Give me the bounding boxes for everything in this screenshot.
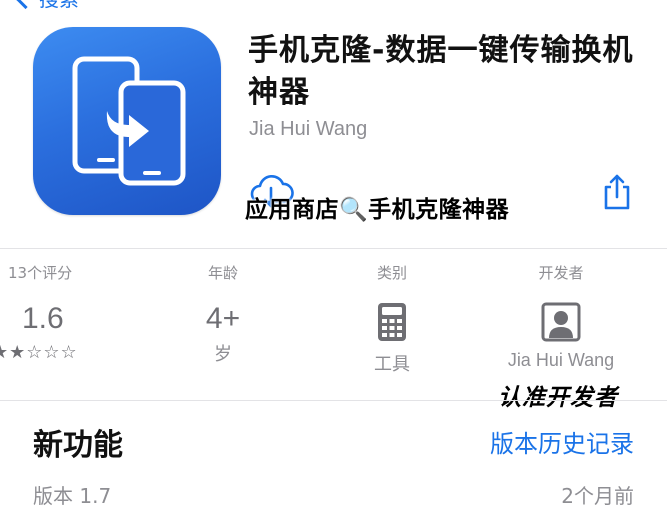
- stat-ratings[interactable]: 13个评分 1.6 ★★☆☆☆: [0, 262, 100, 382]
- divider: [0, 248, 667, 249]
- overlay-stamp: 认准开发者: [498, 385, 618, 411]
- developer-name: Jia Hui Wang: [507, 350, 615, 370]
- stat-age: 年龄 4+ 岁: [165, 262, 281, 382]
- ratings-label: 13个评分: [8, 264, 73, 282]
- release-time: 2个月前: [561, 484, 634, 508]
- calculator-icon: [378, 303, 406, 341]
- stat-category[interactable]: 类别 工具: [330, 262, 454, 382]
- stat-developer[interactable]: 开发者 Jia Hui Wang: [486, 262, 636, 382]
- stats-bar: 13个评分 1.6 ★★☆☆☆ 年龄 4+ 岁 类别 工具 开发者 Jia Hu…: [0, 262, 667, 392]
- share-icon[interactable]: [600, 172, 634, 212]
- age-label: 年龄: [207, 264, 238, 282]
- person-icon: [541, 302, 581, 342]
- age-unit: 岁: [214, 344, 232, 365]
- app-title: 手机克隆-数据一键传输换机神器: [248, 33, 634, 110]
- back-label: 搜索: [39, 0, 79, 12]
- section-title-whats-new: 新功能: [33, 428, 123, 463]
- star-rating: ★★☆☆☆: [0, 342, 78, 363]
- rating-value: 1.6: [22, 302, 64, 335]
- phone-transfer-icon: [72, 56, 186, 186]
- category-value: 工具: [374, 354, 410, 375]
- developer-label: 开发者: [538, 264, 584, 282]
- overlay-caption: 应用商店🔍手机克隆神器: [245, 197, 510, 223]
- back-button[interactable]: 搜索: [14, 0, 79, 11]
- category-label: 类别: [376, 264, 407, 282]
- version-history-link[interactable]: 版本历史记录: [490, 424, 634, 459]
- version-number: 版本 1.7: [33, 484, 112, 508]
- developer-link[interactable]: Jia Hui Wang: [249, 118, 367, 141]
- chevron-left-icon: [14, 0, 37, 9]
- age-value: 4+: [205, 302, 241, 335]
- divider: [0, 400, 667, 401]
- app-icon: [33, 27, 221, 215]
